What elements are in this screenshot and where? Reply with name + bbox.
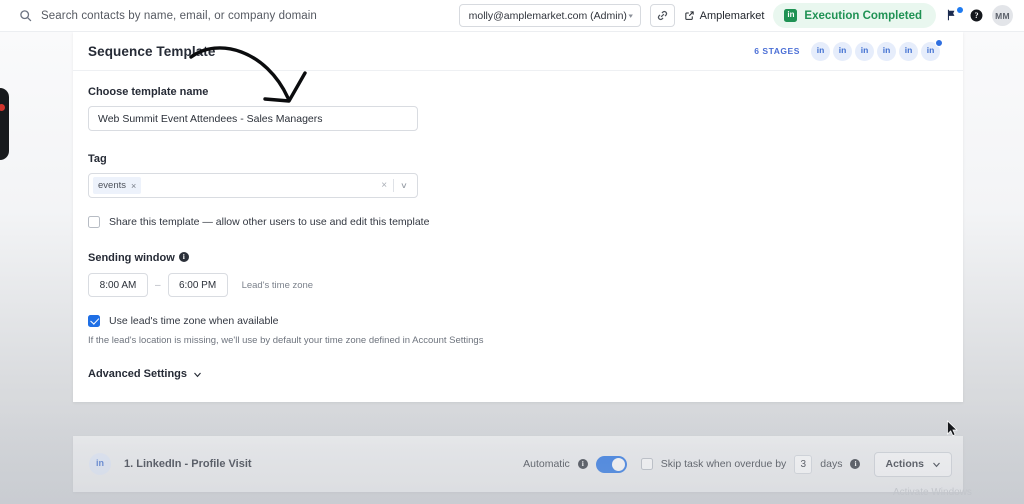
range-dash: – [155,279,161,291]
notifications-button[interactable] [945,6,963,24]
info-icon[interactable]: i [178,251,189,262]
actions-button-label: Actions [885,458,924,470]
timezone-note: Lead's time zone [241,279,314,291]
search-icon [20,10,32,22]
svg-text:?: ? [974,11,978,20]
stage-chip[interactable]: in [877,41,896,61]
info-icon[interactable]: i [577,459,588,469]
stage-row-title: 1. LinkedIn - Profile Visit [124,458,252,470]
app-window: molly@amplemarket.com (Admin) ▾ Amplemar… [0,0,1024,504]
chevron-down-icon: ▾ [628,12,634,20]
card-header: Sequence Template 6 STAGES in in in in i… [73,32,963,71]
info-icon[interactable]: i [850,459,861,469]
account-selector[interactable]: molly@amplemarket.com (Admin) ▾ [458,4,641,27]
stages-summary: 6 STAGES in in in in in in [754,38,943,61]
sending-window-start[interactable]: 8:00 AM [88,273,148,297]
status-badge: in Execution Completed [773,3,936,28]
skip-overdue-group: Skip task when overdue by 3 days i [640,454,861,474]
skip-days-input[interactable]: 3 [794,454,813,474]
template-name-input[interactable] [88,106,418,131]
mouse-cursor [947,420,958,437]
tag-label: Tag [88,153,107,165]
amplemarket-app-link[interactable]: Amplemarket [684,9,765,22]
link-icon [657,10,667,21]
external-link-icon [684,11,694,20]
advanced-settings-toggle[interactable]: Advanced Settings [88,368,948,380]
stage-chip-last[interactable]: in [921,38,943,61]
help-circle-icon[interactable]: ? [970,9,983,22]
search-input[interactable] [41,9,441,22]
sending-window-section: Sending window i 8:00 AM – 6:00 PM Lead's… [88,248,948,297]
page-title: Sequence Template [88,43,216,59]
stage-row-left: in 1. LinkedIn - Profile Visit [89,453,523,475]
left-edge-widget[interactable] [0,88,9,160]
use-lead-timezone-checkbox[interactable] [88,315,100,327]
avatar[interactable]: MM [992,5,1013,26]
tag-chip[interactable]: events × [93,177,142,194]
share-template-checkbox[interactable] [88,216,100,228]
link-icon-button[interactable] [649,4,675,27]
top-bar: molly@amplemarket.com (Admin) ▾ Amplemar… [0,0,1024,32]
avatar-initials: MM [995,10,1010,21]
sending-window-end[interactable]: 6:00 PM [167,273,228,297]
skip-overdue-checkbox[interactable] [640,458,653,470]
stage-badge-dot [935,38,943,47]
stage-chip[interactable]: in [899,41,918,61]
tag-chip-label: events [98,180,126,191]
stage-chip[interactable]: in [855,41,874,61]
amplemarket-label: Amplemarket [699,9,765,22]
stage-row-controls: Automatic i Skip task when overdue by 3 … [523,451,952,477]
timezone-helper-text: If the lead's location is missing, we'll… [88,335,484,346]
template-name-label: Choose template name [88,86,209,98]
tag-remove-icon[interactable]: × [131,181,136,191]
stage-chip[interactable]: in [811,41,830,61]
top-bar-right: molly@amplemarket.com (Admin) ▾ Amplemar… [458,3,1024,28]
use-lead-timezone-label: Use lead's time zone when available [109,315,279,327]
status-badge-label: Execution Completed [804,9,922,22]
tag-input[interactable]: events × × ∨ [88,173,418,198]
automatic-group: Automatic i [523,455,627,473]
linkedin-icon: in [784,9,798,22]
stages-count-label: 6 STAGES [754,46,800,56]
chevron-down-icon[interactable]: ∨ [391,181,417,190]
sending-window-label: Sending window [88,252,175,264]
sending-window-row: 8:00 AM – 6:00 PM Lead's time zone [88,273,948,297]
days-unit-label: days [820,458,843,470]
search-area[interactable] [0,0,459,31]
card-body: Choose template name Tag events × × ∨ Sh… [73,71,963,380]
stage-chip-label: in [926,45,935,56]
stage-chip[interactable]: in [833,41,852,61]
toggle-knob [611,457,625,471]
chevron-down-icon [933,462,940,467]
automatic-toggle[interactable] [595,455,627,473]
skip-overdue-label: Skip task when overdue by [660,458,787,470]
notification-dot [957,6,963,13]
linkedin-icon: in [89,453,111,475]
share-template-row[interactable]: Share this template — allow other users … [88,216,948,228]
use-lead-timezone-row[interactable]: Use lead's time zone when available [88,315,948,327]
actions-button[interactable]: Actions [874,451,952,477]
advanced-settings-label: Advanced Settings [88,368,188,380]
sequence-template-card: Sequence Template 6 STAGES in in in in i… [73,32,963,402]
stage-row: in 1. LinkedIn - Profile Visit Automatic… [73,436,963,492]
activate-windows-watermark: Activate Windows [893,487,972,498]
chevron-down-icon [194,372,201,377]
automatic-label: Automatic [523,458,570,470]
stage-chip-list: in in in in in in [811,38,943,61]
account-selector-label: molly@amplemarket.com (Admin) [468,9,627,22]
share-template-label: Share this template — allow other users … [109,216,430,228]
